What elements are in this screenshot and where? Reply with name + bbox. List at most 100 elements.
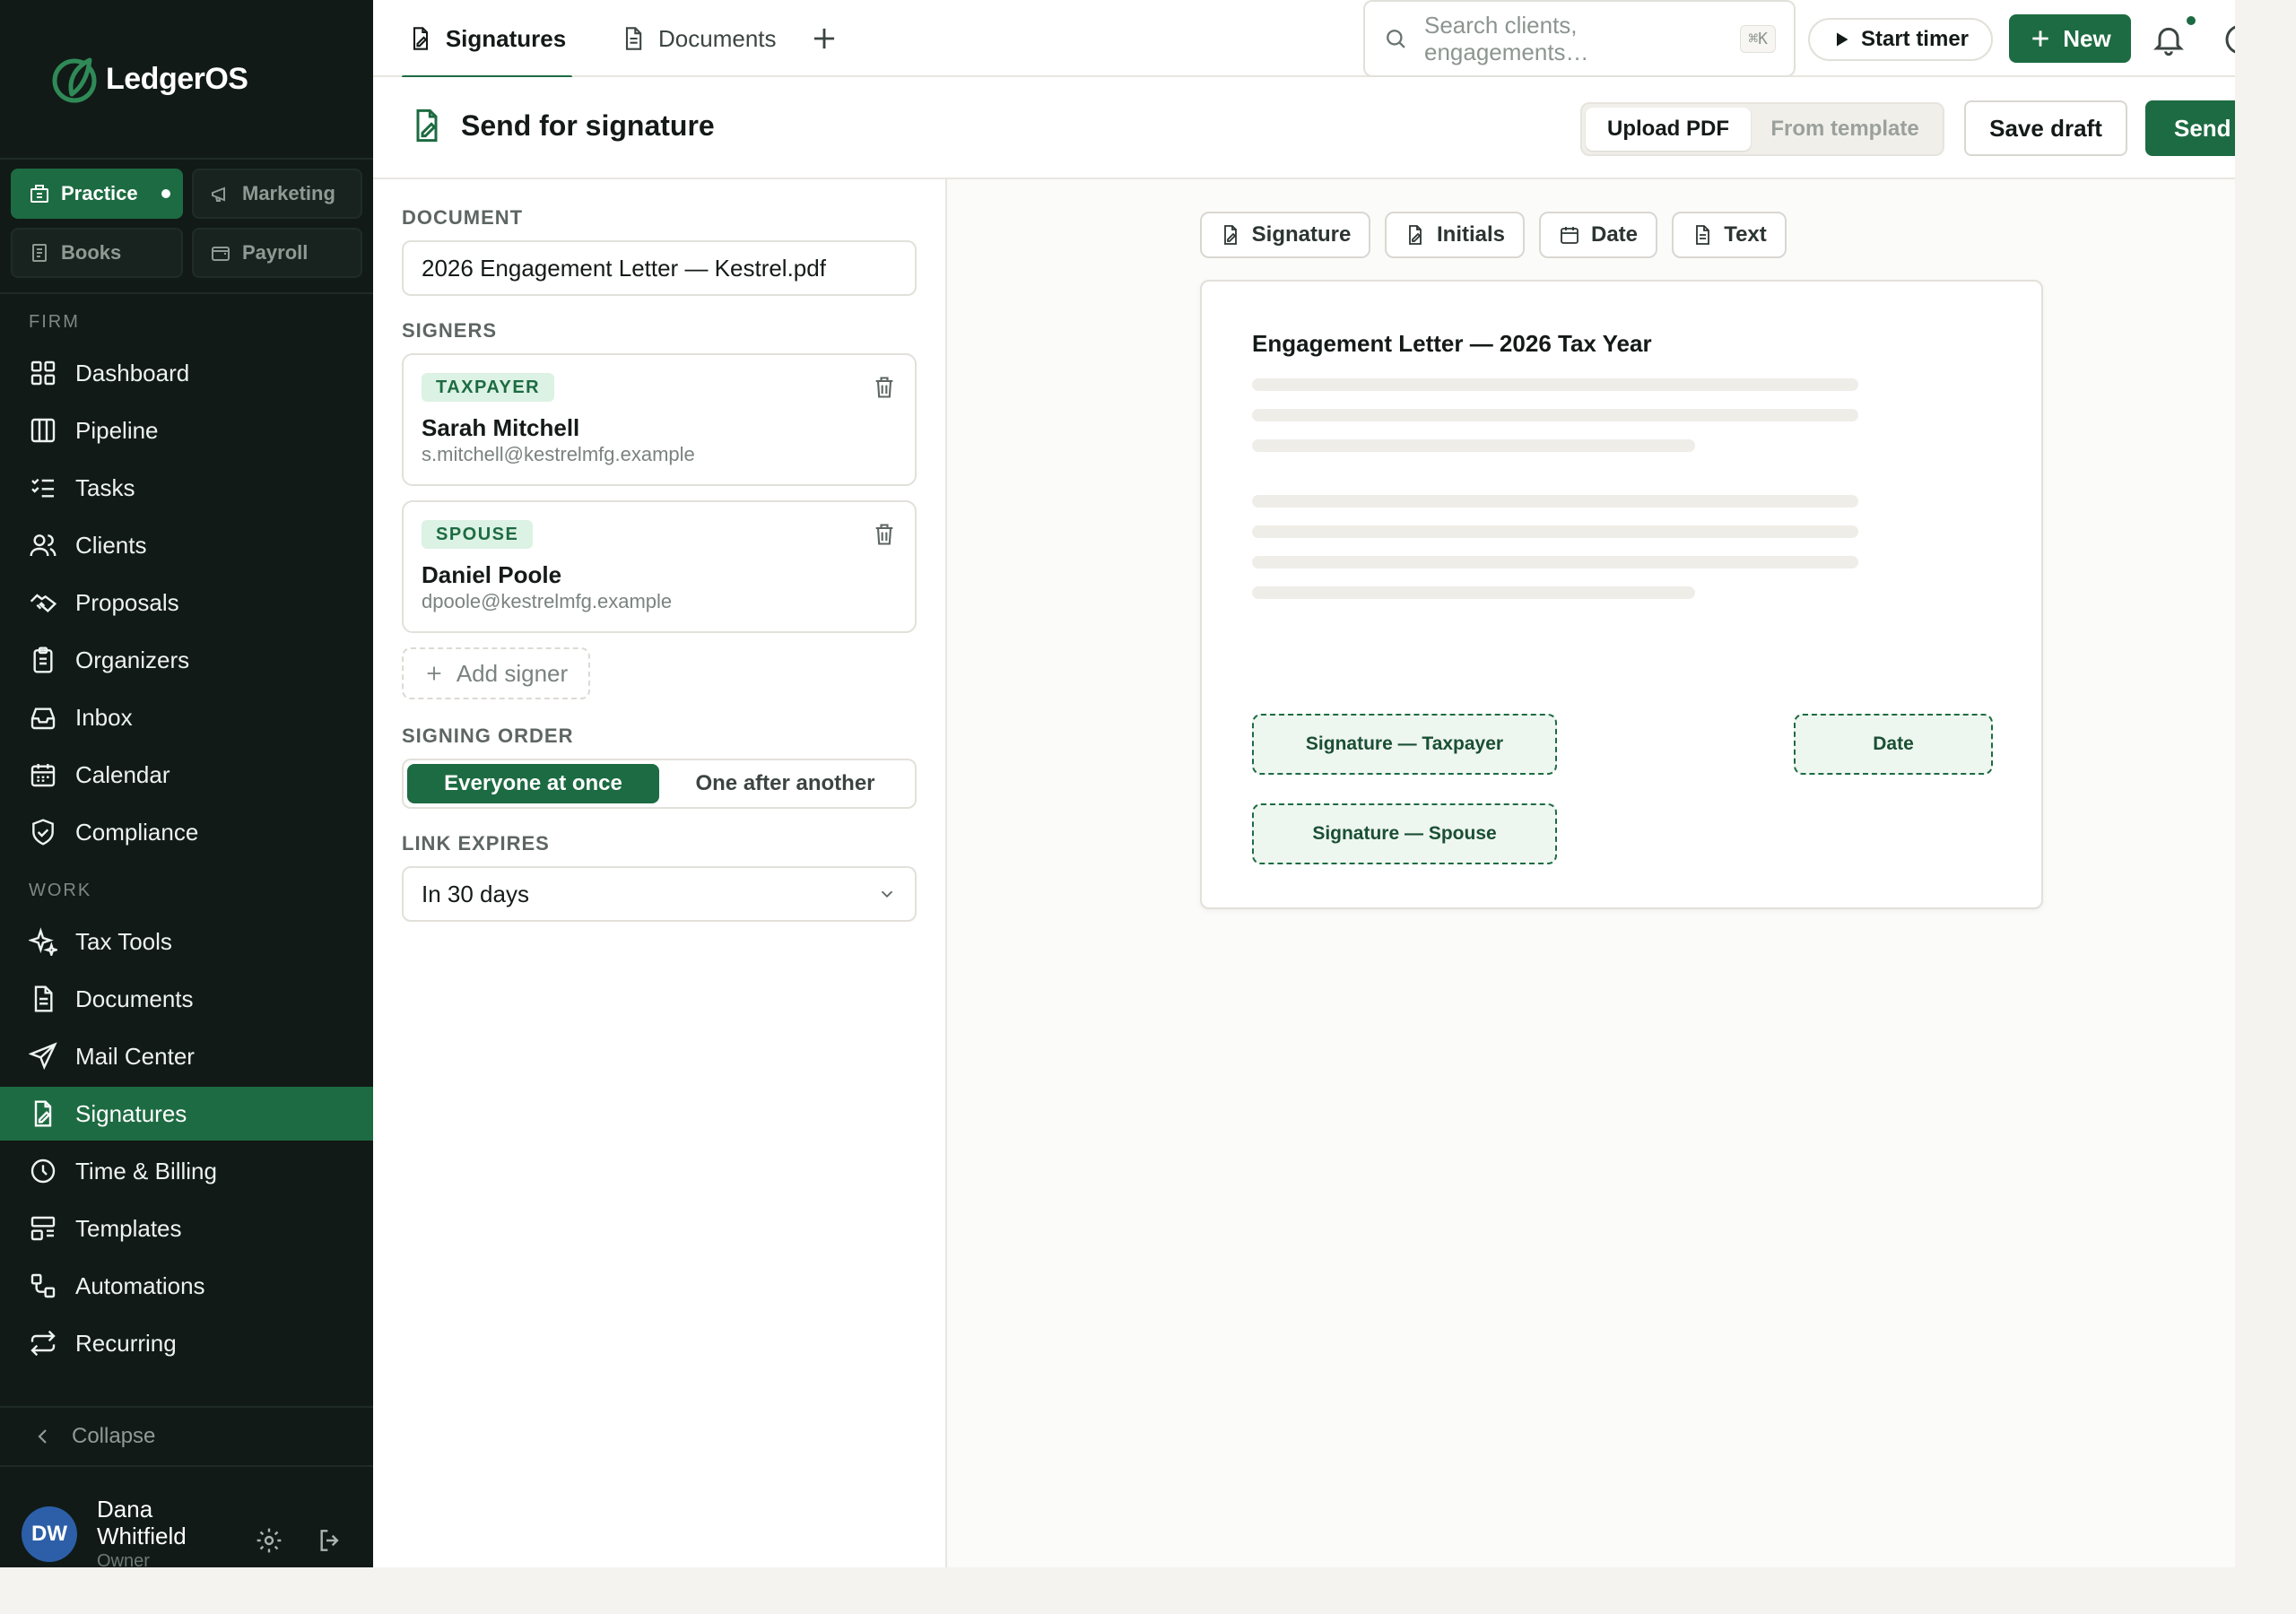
module-marketing[interactable]: Marketing bbox=[192, 169, 362, 219]
avatar: DW bbox=[22, 1506, 77, 1562]
document-icon bbox=[625, 27, 642, 50]
button-label: New bbox=[2063, 24, 2111, 52]
signing-order-label: SIGNING ORDER bbox=[402, 725, 574, 747]
signature-icon bbox=[34, 1100, 52, 1127]
signature-form: DOCUMENT 2026 Engagement Letter — Kestre… bbox=[373, 179, 947, 1567]
signature-field-tool[interactable]: Signature bbox=[1200, 212, 1370, 258]
link-expires-label: LINK EXPIRES bbox=[402, 832, 550, 855]
section-label-work: WORK bbox=[29, 881, 92, 900]
bell-icon[interactable] bbox=[2151, 20, 2187, 59]
sidebar-item-dashboard[interactable]: Dashboard bbox=[0, 346, 373, 400]
handshake-icon bbox=[30, 594, 57, 612]
megaphone-icon bbox=[212, 187, 225, 202]
signer-card: TAXPAYER Sarah Mitchell s.mitchell@kestr… bbox=[402, 353, 917, 486]
signer-email: s.mitchell@kestrelmfg.example bbox=[422, 443, 695, 465]
tab-documents[interactable]: Documents bbox=[621, 0, 777, 77]
module-label: Marketing bbox=[242, 182, 335, 204]
sidebar-divider bbox=[0, 158, 373, 160]
sidebar-item-automations[interactable]: Automations bbox=[0, 1259, 373, 1313]
sidebar-item-tax-tools[interactable]: Tax Tools bbox=[0, 915, 373, 968]
signer-email: dpoole@kestrelmfg.example bbox=[422, 590, 673, 612]
send-button[interactable]: Send bbox=[2145, 100, 2235, 156]
add-signer-button[interactable]: Add signer bbox=[402, 647, 590, 699]
sidebar-item-compliance[interactable]: Compliance bbox=[0, 805, 373, 859]
module-payroll[interactable]: Payroll bbox=[192, 228, 362, 278]
sidebar-item-label: Templates bbox=[75, 1214, 182, 1242]
clock-icon bbox=[30, 1158, 56, 1184]
tool-label: Date bbox=[1590, 222, 1639, 247]
document-title: Engagement Letter — 2026 Tax Year bbox=[1252, 330, 1652, 357]
sidebar-item-label: Tasks bbox=[75, 473, 135, 501]
signature-icon bbox=[1223, 225, 1237, 245]
help-icon[interactable] bbox=[2222, 22, 2235, 57]
start-timer-button[interactable]: Start timer bbox=[1808, 18, 1993, 61]
logout-icon bbox=[320, 1530, 339, 1551]
one-after-another-option[interactable]: One after another bbox=[659, 764, 911, 803]
from-template-option[interactable]: From template bbox=[1751, 108, 1939, 151]
user-text: Dana Whitfield Owner bbox=[97, 1496, 213, 1567]
initials-field-tool[interactable]: Initials bbox=[1385, 212, 1525, 258]
sidebar-item-label: Compliance bbox=[75, 818, 199, 846]
module-practice[interactable]: Practice bbox=[11, 169, 183, 219]
inbox-icon bbox=[30, 707, 56, 730]
document-source-toggle: Upload PDF From template bbox=[1580, 102, 1944, 156]
signature-icon bbox=[1409, 225, 1422, 245]
document-field[interactable]: 2026 Engagement Letter — Kestrel.pdf bbox=[402, 240, 917, 296]
search-icon bbox=[1387, 30, 1405, 48]
signature-field-taxpayer[interactable]: Signature — Taxpayer bbox=[1252, 714, 1557, 775]
sidebar-item-signatures[interactable]: Signatures bbox=[0, 1087, 373, 1141]
sidebar-item-organizers[interactable]: Organizers bbox=[0, 633, 373, 687]
text-field-tool[interactable]: Text bbox=[1672, 212, 1787, 258]
sidebar-item-clients[interactable]: Clients bbox=[0, 518, 373, 572]
user-name: Dana Whitfield bbox=[97, 1496, 187, 1549]
sidebar-item-calendar[interactable]: Calendar bbox=[0, 748, 373, 802]
brand[interactable]: LedgerOS bbox=[50, 52, 248, 106]
page-title: Send for signature bbox=[409, 108, 715, 143]
wallet-icon bbox=[212, 247, 230, 261]
plus-icon bbox=[427, 666, 441, 681]
search-box[interactable]: Search clients, engagements… ⌘K bbox=[1363, 0, 1796, 77]
date-field[interactable]: Date bbox=[1794, 714, 1993, 775]
add-tab-icon[interactable] bbox=[807, 22, 841, 56]
sidebar-item-documents[interactable]: Documents bbox=[0, 972, 373, 1026]
calendar-icon bbox=[30, 764, 56, 787]
user-role: Owner bbox=[97, 1551, 150, 1567]
signature-field-spouse[interactable]: Signature — Spouse bbox=[1252, 803, 1557, 864]
new-button[interactable]: New bbox=[2009, 14, 2131, 63]
everyone-at-once-option[interactable]: Everyone at once bbox=[407, 764, 659, 803]
tool-label: Signature bbox=[1251, 222, 1352, 247]
sidebar-item-mail-center[interactable]: Mail Center bbox=[0, 1029, 373, 1083]
placeholder-text-line bbox=[1252, 495, 1858, 508]
upload-pdf-option[interactable]: Upload PDF bbox=[1586, 108, 1751, 151]
sidebar-item-proposals[interactable]: Proposals bbox=[0, 576, 373, 629]
logout-button[interactable] bbox=[312, 1523, 348, 1558]
section-label-firm: FIRM bbox=[29, 312, 80, 332]
sidebar-item-inbox[interactable]: Inbox bbox=[0, 690, 373, 744]
sidebar-item-label: Time & Billing bbox=[75, 1157, 217, 1184]
brand-name: LedgerOS bbox=[106, 61, 248, 96]
settings-button[interactable] bbox=[251, 1523, 287, 1558]
tab-signatures[interactable]: Signatures bbox=[402, 0, 572, 79]
sidebar-item-tasks[interactable]: Tasks bbox=[0, 461, 373, 515]
date-field-tool[interactable]: Date bbox=[1539, 212, 1657, 258]
trash-icon[interactable] bbox=[872, 375, 897, 400]
signer-role-badge: TAXPAYER bbox=[422, 373, 555, 402]
user-profile[interactable]: DW Dana Whitfield Owner bbox=[22, 1496, 213, 1567]
search-input[interactable]: Search clients, engagements… bbox=[1424, 12, 1724, 65]
sidebar-item-templates[interactable]: Templates bbox=[0, 1202, 373, 1255]
module-books[interactable]: Books bbox=[11, 228, 183, 278]
sidebar-item-recurring[interactable]: Recurring bbox=[0, 1316, 373, 1370]
link-expires-select[interactable]: In 30 days bbox=[402, 866, 917, 922]
collapse-sidebar-button[interactable]: Collapse bbox=[0, 1408, 373, 1465]
clipboard-icon bbox=[33, 646, 53, 673]
sidebar-item-label: Tax Tools bbox=[75, 927, 172, 955]
sidebar-item-time-billing[interactable]: Time & Billing bbox=[0, 1144, 373, 1198]
send-icon bbox=[29, 1042, 57, 1071]
sidebar-item-pipeline[interactable]: Pipeline bbox=[0, 404, 373, 457]
trash-icon[interactable] bbox=[872, 522, 897, 547]
sidebar-item-label: Calendar bbox=[75, 760, 170, 788]
chevron-down-icon bbox=[881, 890, 893, 898]
placeholder-text-line bbox=[1252, 586, 1695, 599]
save-draft-button[interactable]: Save draft bbox=[1964, 100, 2127, 156]
placeholder-text-line bbox=[1252, 439, 1695, 452]
